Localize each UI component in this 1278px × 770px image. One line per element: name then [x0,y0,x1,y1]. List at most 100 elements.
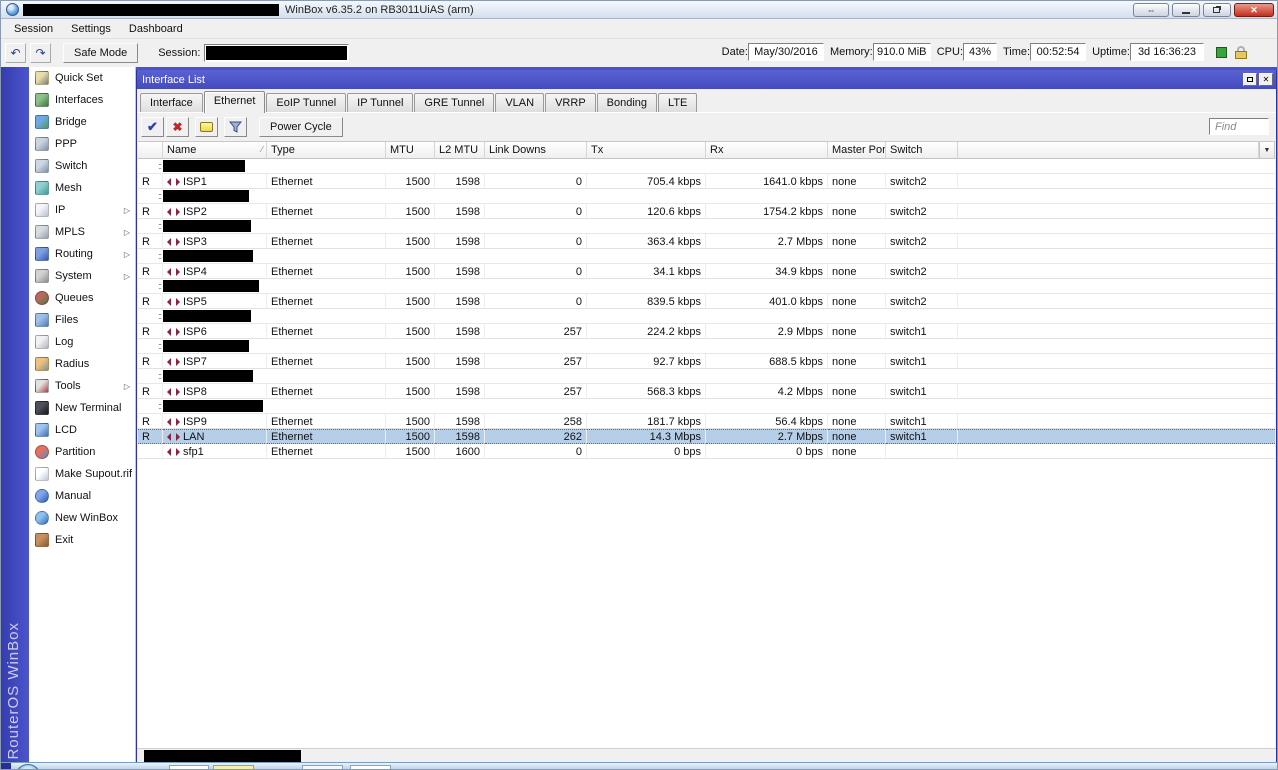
taskbar-button[interactable] [169,765,209,769]
comment-row[interactable]: :: [138,339,1275,354]
sidebar-item-lcd[interactable]: LCD [29,419,135,441]
sidebar-item-switch[interactable]: Switch [29,155,135,177]
tab-gre-tunnel[interactable]: GRE Tunnel [414,93,495,112]
comment-row[interactable]: :: [138,279,1275,294]
cell-switch: switch2 [886,204,958,219]
menu-dashboard[interactable]: Dashboard [120,21,192,37]
comment-row[interactable]: :: [138,189,1275,204]
power-cycle-button[interactable]: Power Cycle [259,117,343,137]
table-row[interactable]: R ISP8 Ethernet 1500 1598 257 568.3 kbps 4.2 Mb… [138,384,1275,399]
column-header-name[interactable]: Name ∕ [163,142,267,159]
table-row[interactable]: R ISP6 Ethernet 1500 1598 257 224.2 kbps 2.9 Mb… [138,324,1275,339]
sidebar-item-ip[interactable]: IP ▷ [29,199,135,221]
taskbar-button[interactable] [302,765,343,769]
cell-mtu: 1500 [386,444,435,459]
sidebar-item-routing[interactable]: Routing ▷ [29,243,135,265]
interface-list-titlebar[interactable]: Interface List ✕ [137,70,1276,89]
os-taskbar-sliver[interactable] [1,762,1277,769]
column-header-flag[interactable] [138,142,163,159]
column-header-switch[interactable]: Switch [886,142,958,159]
disable-button[interactable]: ✖ [166,117,189,137]
column-header-master_port[interactable]: Master Port [828,142,886,159]
redo-button[interactable]: ↷ [30,43,51,63]
sidebar-item-manual[interactable]: Manual [29,485,135,507]
column-header-link_downs[interactable]: Link Downs [485,142,587,159]
sidebar-item-log[interactable]: Log [29,331,135,353]
cell-rx: 2.9 Mbps [706,324,828,339]
safe-mode-button[interactable]: Safe Mode [63,43,139,63]
comment-row[interactable]: :: [138,159,1275,174]
table-row[interactable]: R ISP7 Ethernet 1500 1598 257 92.7 kbps 688.5 k… [138,354,1275,369]
table-row[interactable]: R ISP1 Ethernet 1500 1598 0 705.4 kbps 1641.0 k… [138,174,1275,189]
comment-row[interactable]: :: [138,399,1275,414]
table-row[interactable]: sfp1 Ethernet 1500 1600 0 0 bps 0 bps none [138,444,1275,459]
sidebar-item-exit[interactable]: Exit [29,529,135,551]
tab-lte[interactable]: LTE [658,93,698,112]
restore-button[interactable] [1203,3,1231,17]
table-row[interactable]: R ISP9 Ethernet 1500 1598 258 181.7 kbps 56.4 k… [138,414,1275,429]
sidebar-item-ppp[interactable]: PPP [29,133,135,155]
child-close-button[interactable]: ✕ [1259,73,1273,86]
menu-session[interactable]: Session [5,21,62,37]
comment-row[interactable]: :: [138,249,1275,264]
sidebar-item-bridge[interactable]: Bridge [29,111,135,133]
enable-button[interactable]: ✔ [141,117,164,137]
table-row[interactable]: R ISP3 Ethernet 1500 1598 0 363.4 kbps 2.7 Mbps… [138,234,1275,249]
sidebar-item-new-winbox[interactable]: New WinBox [29,507,135,529]
cell-l2mtu: 1598 [435,324,485,339]
column-chooser-button[interactable]: ▼ [1259,142,1275,159]
menu-settings[interactable]: Settings [62,21,120,37]
table-row[interactable]: R ISP5 Ethernet 1500 1598 0 839.5 kbps 401.0 kb… [138,294,1275,309]
taskbar-button[interactable] [213,765,254,769]
undo-button[interactable]: ↶ [5,43,26,63]
column-header-mtu[interactable]: MTU [386,142,435,159]
taskbar-button[interactable] [350,765,391,769]
comment-row[interactable]: :: [138,369,1275,384]
sidebar-item-queues[interactable]: Queues [29,287,135,309]
system-gear-icon [35,269,49,283]
filter-button[interactable] [224,117,247,137]
comment-row[interactable]: :: [138,309,1275,324]
start-orb-icon[interactable] [15,764,41,769]
column-header-rx[interactable]: Rx [706,142,828,159]
tab-ip-tunnel[interactable]: IP Tunnel [347,93,414,112]
table-row[interactable]: R LAN Ethernet 1500 1598 262 14.3 Mbps 2.7 Mbps… [138,429,1275,444]
tab-bonding[interactable]: Bonding [596,93,658,112]
sidebar-item-mpls[interactable]: MPLS ▷ [29,221,135,243]
column-header-tx[interactable]: Tx [587,142,706,159]
find-input[interactable]: Find [1209,118,1269,135]
tab-vrrp[interactable]: VRRP [545,93,596,112]
sidebar-item-partition[interactable]: Partition [29,441,135,463]
interface-name: ISP3 [183,235,207,248]
close-button[interactable]: ✕ [1234,3,1274,17]
sidebar-item-mesh[interactable]: Mesh [29,177,135,199]
tab-interface[interactable]: Interface [140,93,203,112]
tab-ethernet[interactable]: Ethernet [203,91,266,113]
cell-filler [958,444,1275,459]
sidebar-item-quick-set[interactable]: Quick Set [29,67,135,89]
redacted-comment [163,190,249,202]
column-header-l2mtu[interactable]: L2 MTU [435,142,485,159]
sidebar-item-tools[interactable]: Tools ▷ [29,375,135,397]
sidebar-item-interfaces[interactable]: Interfaces [29,89,135,111]
comment-button[interactable] [195,117,218,137]
cell-switch: switch2 [886,264,958,279]
table-row[interactable]: R ISP2 Ethernet 1500 1598 0 120.6 kbps 1754.2 k… [138,204,1275,219]
tab-strip: Interface Ethernet EoIP Tunnel IP Tunnel GRE… [137,89,1276,113]
table-row[interactable]: R ISP4 Ethernet 1500 1598 0 34.1 kbps 34.9 kbps… [138,264,1275,279]
sidebar-item-make-supout-rif[interactable]: Make Supout.rif [29,463,135,485]
session-field[interactable] [204,44,350,62]
tab-vlan[interactable]: VLAN [495,93,545,112]
resize-toggle-button[interactable]: ⇔ [1133,3,1169,17]
child-restore-button[interactable] [1243,73,1257,86]
sidebar-item-new-terminal[interactable]: New Terminal [29,397,135,419]
sidebar-item-radius[interactable]: Radius [29,353,135,375]
minimize-button[interactable] [1172,3,1200,17]
tab-eoip-tunnel[interactable]: EoIP Tunnel [266,93,347,112]
cell-rx: 0 bps [706,444,828,459]
redacted-items-count [144,750,301,762]
column-header-type[interactable]: Type [267,142,386,159]
sidebar-item-files[interactable]: Files [29,309,135,331]
sidebar-item-system[interactable]: System ▷ [29,265,135,287]
comment-row[interactable]: :: [138,219,1275,234]
